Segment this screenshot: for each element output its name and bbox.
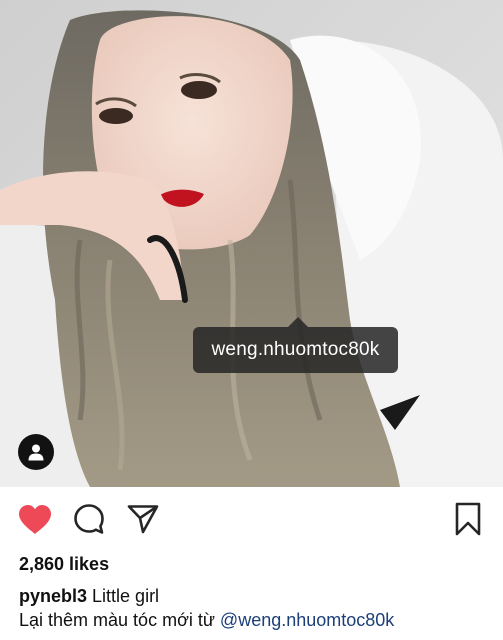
person-icon bbox=[28, 444, 44, 461]
comment-line: Lại thêm màu tóc mới từ @weng.nhuomtoc80… bbox=[19, 610, 394, 631]
post-photo[interactable] bbox=[0, 0, 503, 487]
save-button[interactable] bbox=[450, 501, 486, 537]
post-caption: pynebl3 Little girl bbox=[19, 586, 159, 607]
comment-button[interactable] bbox=[71, 501, 107, 537]
comment-icon bbox=[74, 504, 104, 534]
like-button[interactable] bbox=[17, 501, 53, 537]
likes-count[interactable]: 2,860 likes bbox=[19, 554, 109, 575]
caption-username[interactable]: pynebl3 bbox=[19, 586, 87, 606]
user-tag-label[interactable]: weng.nhuomtoc80k bbox=[193, 327, 398, 373]
paper-plane-icon bbox=[127, 505, 159, 534]
caption-text: Little girl bbox=[87, 586, 160, 606]
post-photo-illustration bbox=[0, 0, 503, 487]
comment-mention-link[interactable]: @weng.nhuomtoc80k bbox=[220, 610, 394, 630]
comment-text: Lại thêm màu tóc mới từ bbox=[19, 610, 220, 630]
bookmark-icon bbox=[455, 502, 481, 536]
share-button[interactable] bbox=[125, 501, 161, 537]
tagged-users-button[interactable] bbox=[18, 434, 54, 470]
post-actions-bar bbox=[0, 487, 503, 549]
user-tag-pointer bbox=[288, 317, 308, 327]
heart-icon bbox=[19, 504, 51, 534]
